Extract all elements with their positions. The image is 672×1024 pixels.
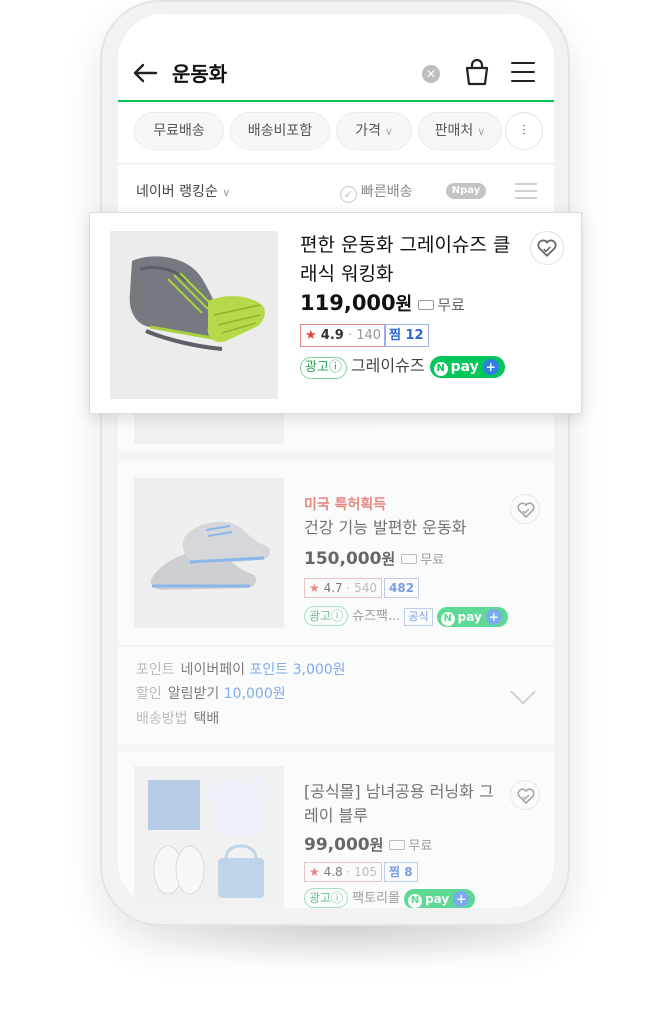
star-icon: ★: [309, 581, 320, 595]
sort-bar: 네이버 랭킹순 ∨ ✓ 빠른배송 Npay: [118, 164, 554, 214]
ad-badge[interactable]: 광고ⓘ: [304, 606, 349, 626]
check-icon: ✓: [340, 186, 357, 203]
outfit-image: [134, 766, 284, 908]
shipping-info: 무료: [401, 553, 444, 568]
shopping-bag-icon[interactable]: [464, 58, 490, 86]
discount-row: 할인 알림받기 10,000원: [136, 686, 286, 702]
npay-filter[interactable]: Npay: [446, 183, 486, 199]
filter-free-shipping[interactable]: 무료배송: [134, 112, 224, 150]
filter-shipping-included[interactable]: 배송비포함: [230, 112, 330, 150]
ad-badge[interactable]: 광고ⓘ: [304, 888, 349, 908]
filter-settings-icon[interactable]: ⫶: [505, 112, 543, 150]
npay-plus-badge: Npay +: [429, 355, 505, 378]
rating-badge: ★ 4.7 · 540: [304, 578, 383, 598]
wishlist-heart-icon[interactable]: [510, 780, 540, 810]
product-card-3[interactable]: [공식몰] 남녀공용 러닝화 그레이 블루 99,000원 무료 ★ 4.8 · …: [118, 752, 554, 908]
seller-name: 슈즈팩...: [352, 609, 401, 624]
stage: 운동화 ✕ 무료배송 배송비포함 가격 ∨ 판매처 ∨ ⫶ 네이버 랭킹순 ∨ ✓ 빠…: [0, 0, 672, 1024]
chevron-down-icon: ∨: [384, 125, 393, 138]
truck-icon: [418, 300, 435, 310]
product-price: 150,000원 무료: [304, 549, 445, 569]
product-price: 119,000원 무료: [300, 291, 465, 315]
list-view-icon[interactable]: [515, 183, 537, 199]
ad-row: 광고ⓘ 팩토리몰 Npay +: [304, 888, 476, 908]
seller-name: 그레이슈즈: [350, 356, 425, 375]
ad-badge[interactable]: 광고ⓘ: [300, 357, 347, 379]
chevron-down-icon: ∨: [477, 125, 486, 138]
menu-icon[interactable]: [511, 62, 535, 82]
zzim-badge: 찜 8: [384, 862, 418, 882]
wishlist-heart-icon[interactable]: [530, 231, 564, 265]
shipping-info: 무료: [418, 296, 465, 314]
search-query[interactable]: 운동화: [172, 58, 227, 87]
back-arrow-icon[interactable]: [132, 62, 158, 84]
product-title[interactable]: 편한 운동화 그레이슈즈 클래식 워킹화: [300, 231, 520, 289]
clear-icon[interactable]: ✕: [422, 65, 440, 83]
expand-chevron-icon[interactable]: [510, 679, 536, 705]
ad-row: 광고ⓘ 그레이슈즈 Npay +: [300, 354, 505, 379]
search-header: 운동화 ✕: [118, 14, 554, 102]
filter-bar: 무료배송 배송비포함 가격 ∨ 판매처 ∨ ⫶: [118, 104, 554, 162]
patent-badge: 미국 특허획득: [304, 497, 387, 513]
npay-plus-badge: Npay +: [404, 888, 476, 908]
product-image: [134, 766, 284, 908]
grey-sneaker-image: [110, 231, 278, 399]
sneaker-image: [134, 478, 284, 628]
npay-plus-badge: Npay +: [436, 606, 508, 627]
truck-icon: [389, 840, 406, 850]
rating-badge: ★ 4.8 · 105: [304, 862, 383, 882]
filter-price[interactable]: 가격 ∨: [336, 112, 412, 150]
sort-dropdown[interactable]: 네이버 랭킹순 ∨: [136, 181, 230, 201]
delivery-row: 배송방법 택배: [136, 711, 220, 727]
product-card-2[interactable]: 미국 특허획득 건강 기능 발편한 운동화 150,000원 무료 ★ 4.7 ·…: [118, 460, 554, 644]
product-title[interactable]: 건강 기능 발편한 운동화: [304, 516, 504, 540]
fast-delivery-toggle[interactable]: ✓ 빠른배송: [340, 181, 413, 203]
product-image: [110, 231, 278, 399]
product-title[interactable]: [공식몰] 남녀공용 러닝화 그레이 블루: [304, 780, 504, 828]
zzim-badge: 482: [384, 578, 420, 598]
benefits-section: 포인트 네이버페이 포인트 3,000원 할인 알림받기 10,000원 배송방법 택…: [118, 646, 554, 744]
star-icon: ★: [309, 865, 320, 879]
point-row: 포인트 네이버페이 포인트 3,000원: [136, 662, 346, 678]
highlighted-product-card[interactable]: 편한 운동화 그레이슈즈 클래식 워킹화 119,000원 무료 ★ 4.9 · …: [89, 212, 582, 414]
truck-icon: [401, 554, 418, 564]
filter-seller[interactable]: 판매처 ∨: [418, 112, 502, 150]
product-price: 99,000원 무료: [304, 835, 433, 855]
zzim-badge: 찜 12: [384, 324, 429, 347]
ad-row: 광고ⓘ 슈즈팩... 공식 Npay +: [304, 606, 508, 627]
product-image: [134, 478, 284, 628]
wishlist-heart-icon[interactable]: [510, 494, 540, 524]
shipping-info: 무료: [389, 839, 432, 854]
rating-badge: ★ 4.9 · 140: [300, 324, 387, 347]
phone-screen: 운동화 ✕ 무료배송 배송비포함 가격 ∨ 판매처 ∨ ⫶ 네이버 랭킹순 ∨ ✓ 빠…: [118, 14, 554, 908]
seller-name: 팩토리몰: [352, 891, 400, 906]
star-icon: ★: [305, 328, 317, 343]
official-badge: 공식: [404, 608, 433, 626]
